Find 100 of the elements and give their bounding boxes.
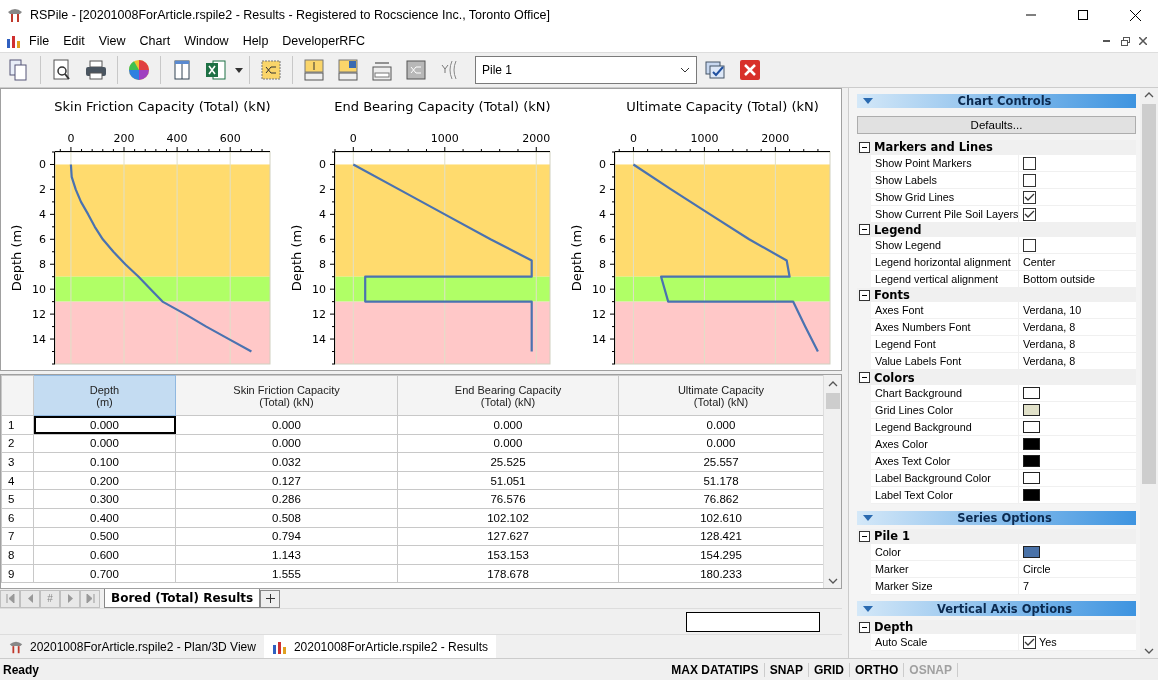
restore-icon[interactable] (1120, 36, 1130, 46)
table-cell: 0.127 (175, 471, 398, 490)
chart-icon (271, 639, 288, 654)
document-tab[interactable]: 20201008ForArticle.rspile2 - Results (263, 635, 496, 658)
table-cell: 0.794 (175, 527, 398, 546)
collapse-icon[interactable] (859, 289, 870, 301)
table-cell: 1.555 (175, 564, 398, 583)
first-icon (5, 594, 15, 603)
axis-label: Depth (m) (569, 224, 584, 292)
color-swatch[interactable] (1023, 421, 1040, 434)
checkbox[interactable] (1023, 636, 1036, 650)
color-swatch[interactable] (1023, 387, 1040, 400)
checkbox[interactable] (1023, 156, 1036, 170)
tick-label: 12 (312, 308, 326, 322)
property-label: Label Text Color (871, 486, 1019, 504)
tick-label: 6 (599, 233, 606, 247)
collapse-icon[interactable] (859, 372, 870, 384)
status-indicator: GRID (808, 662, 850, 677)
color-swatch[interactable] (1023, 455, 1040, 468)
scroll-up-icon[interactable] (1144, 92, 1154, 98)
minimize-icon[interactable] (1103, 40, 1111, 42)
add-sheet-button[interactable] (260, 589, 281, 608)
section-header[interactable]: Series Options (857, 510, 1136, 526)
checkbox[interactable] (1023, 190, 1036, 204)
table-cell: 1.143 (175, 545, 398, 565)
property-label: Grid Lines Color (871, 401, 1019, 419)
tick-label: 6 (39, 233, 46, 247)
section-header[interactable]: Vertical Axis Options (857, 601, 1136, 616)
scroll-thumb[interactable] (825, 393, 840, 409)
column-header[interactable]: Depth (m) (33, 375, 176, 416)
table-cell: 0.286 (175, 489, 398, 509)
checkbox[interactable] (1023, 238, 1036, 252)
tick-label: 10 (32, 283, 46, 297)
property-label: Marker Size (871, 577, 1019, 595)
status-indicator: MAX DATATIPS (666, 662, 765, 677)
checkbox[interactable] (1023, 207, 1036, 221)
scroll-down-icon[interactable] (1144, 648, 1154, 654)
tick-label: 4 (599, 208, 606, 222)
tick-label: 1000 (690, 132, 719, 145)
scroll-up-icon[interactable] (827, 381, 838, 387)
sheet-tab[interactable]: Bored (Total) Results (104, 589, 261, 608)
scrollbar[interactable] (823, 375, 841, 588)
tick-label: 10 (312, 283, 326, 297)
collapse-icon[interactable] (859, 224, 870, 236)
color-swatch[interactable] (1023, 546, 1040, 559)
tick-label: 0 (39, 158, 46, 172)
tick-label: 10 (592, 283, 606, 297)
group-title: Colors (874, 370, 915, 385)
dropdown-caret-icon[interactable] (680, 67, 690, 73)
menu-item[interactable]: File (22, 34, 57, 48)
property-value: Verdana, 8 (1023, 354, 1076, 370)
menu-item[interactable]: Help (235, 34, 276, 48)
color-swatch[interactable] (1023, 472, 1040, 485)
tick-label: 0 (319, 158, 326, 172)
color-swatch[interactable] (1023, 404, 1040, 417)
property-label: Chart Background (871, 384, 1019, 402)
color-swatch[interactable] (1023, 489, 1040, 502)
property-label: Show Point Markers (871, 154, 1019, 172)
dropdown-caret-icon[interactable] (235, 67, 243, 73)
scroll-down-icon[interactable] (827, 578, 838, 584)
table-cell: 0.300 (33, 489, 176, 509)
close-icon[interactable] (1129, 9, 1141, 21)
group-title: Fonts (874, 288, 910, 303)
column-header[interactable]: Skin Friction Capacity (Total) (kN) (175, 375, 398, 416)
collapse-icon[interactable] (859, 530, 870, 542)
tick-label: 400 (166, 132, 188, 145)
menu-item[interactable]: View (91, 34, 133, 48)
status-indicator: SNAP (764, 662, 809, 677)
checkbox[interactable] (1023, 173, 1036, 187)
menu-item[interactable]: Chart (132, 34, 178, 48)
table-cell: 51.051 (397, 471, 619, 490)
window-title: RSPile - [20201008ForArticle.rspile2 - Results - Registered to Rocscience Inc., Toronto Office] (30, 8, 551, 22)
menu-item[interactable]: Window (177, 34, 236, 48)
status-indicator: ORTHO (849, 662, 905, 677)
group-title: Legend (874, 222, 922, 237)
section-header[interactable]: Chart Controls (857, 94, 1136, 109)
defaults-button[interactable]: Defaults... (857, 116, 1136, 135)
column-header[interactable]: End Bearing Capacity (Total) (kN) (397, 375, 619, 416)
previous-icon (25, 594, 35, 603)
table-cell: 0.000 (33, 434, 176, 453)
table-cell: 0.032 (175, 452, 398, 472)
property-label: Show Legend (871, 236, 1019, 254)
table-cell: 127.627 (397, 527, 619, 546)
menu-item[interactable]: DeveloperRFC (275, 34, 372, 48)
collapse-icon[interactable] (859, 141, 870, 153)
table-cell: 0.000 (397, 415, 619, 435)
tick-label: 8 (319, 258, 326, 272)
table-cell: 0.000 (175, 434, 398, 453)
pile-select[interactable]: Pile 1 (475, 56, 697, 84)
input-field[interactable] (686, 611, 820, 632)
tick-label: 600 (219, 132, 241, 145)
menu-item[interactable]: Edit (56, 34, 92, 48)
close-icon[interactable] (1139, 37, 1147, 45)
collapse-icon[interactable] (859, 621, 870, 633)
column-header[interactable]: Ultimate Capacity (Total) (kN) (618, 375, 823, 416)
tick-label: 2 (39, 183, 46, 197)
scrollbar[interactable] (1140, 88, 1158, 658)
maximize-icon[interactable] (1078, 10, 1088, 20)
color-swatch[interactable] (1023, 438, 1040, 451)
scroll-thumb[interactable] (1142, 104, 1156, 484)
